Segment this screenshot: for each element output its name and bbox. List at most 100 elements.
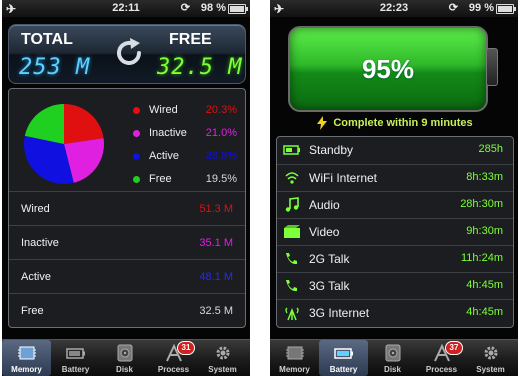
free-label: FREE xyxy=(169,31,212,48)
memory-summary-header: TOTAL 253 M FREE 32.5 M xyxy=(8,24,246,84)
charge-status-text: Complete within 9 minutes xyxy=(333,116,473,129)
process-badge: 31 xyxy=(177,341,195,355)
legend-label-inactive: Inactive xyxy=(149,127,187,139)
memory-pie-chart xyxy=(23,104,104,184)
tab-disk[interactable]: Disk xyxy=(368,340,417,376)
battery-cap xyxy=(486,48,498,86)
tab-system[interactable]: System xyxy=(198,340,247,376)
usage-panel: Standby 285h WiFi Internet 8h:33m Audio … xyxy=(276,136,514,328)
memory-chip-icon xyxy=(17,346,36,360)
rotation-lock-icon: ⟳ xyxy=(448,2,458,14)
usage-value: 28h:30m xyxy=(460,198,503,210)
tab-battery[interactable]: Battery xyxy=(319,340,368,376)
legend-swatch-active xyxy=(133,153,140,160)
battery-level-graphic: 95% xyxy=(288,26,488,112)
memory-row-label: Inactive xyxy=(21,237,59,249)
memory-row-value: 48.1 M xyxy=(199,271,233,283)
legend-label-free: Free xyxy=(149,173,172,185)
tab-process[interactable]: 37 Process xyxy=(417,340,466,376)
legend-value-inactive: 21.0% xyxy=(205,127,237,139)
tab-memory[interactable]: Memory xyxy=(2,340,51,376)
usage-value: 8h:33m xyxy=(466,171,503,183)
usage-row-standby: Standby 285h xyxy=(277,137,513,164)
usage-row-3g-talk: 3G Talk 4h:45m xyxy=(277,272,513,300)
tab-bar: Memory Battery Disk 31 Process System xyxy=(2,339,250,376)
memory-row-value: 35.1 M xyxy=(199,237,233,249)
status-battery-percent: 99 % xyxy=(468,2,494,14)
legend-item-free: Free 19.5% xyxy=(129,172,237,188)
usage-label: Standby xyxy=(309,143,354,157)
usage-row-video: Video 9h:30m xyxy=(277,218,513,246)
tab-label: Memory xyxy=(11,365,42,374)
memory-row-inactive: Inactive 35.1 M xyxy=(9,225,245,260)
usage-label: 3G Internet xyxy=(309,306,370,320)
pie-slice-wired xyxy=(64,104,104,144)
battery-icon xyxy=(65,348,85,359)
tab-system[interactable]: System xyxy=(466,340,515,376)
tab-label: Process xyxy=(425,365,458,374)
status-battery-icon xyxy=(496,4,516,14)
refresh-icon[interactable] xyxy=(111,35,147,71)
usage-label: 2G Talk xyxy=(309,252,350,266)
usage-label: Audio xyxy=(309,198,340,212)
legend-item-inactive: Inactive 21.0% xyxy=(129,126,237,142)
tab-battery[interactable]: Battery xyxy=(51,340,100,376)
process-badge: 37 xyxy=(445,341,463,355)
gear-icon xyxy=(484,346,497,360)
usage-label: 3G Talk xyxy=(309,279,350,293)
antenna-3g-icon xyxy=(285,307,299,321)
legend-swatch-wired xyxy=(133,107,140,114)
phone-2g-icon xyxy=(286,253,297,265)
tab-disk[interactable]: Disk xyxy=(100,340,149,376)
battery-screen: ✈ 22:23 ⟳ 99 % 95% Complete within 9 min… xyxy=(270,0,518,376)
charge-status: Complete within 9 minutes xyxy=(270,116,518,132)
usage-row-2g-talk: 2G Talk 11h:24m xyxy=(277,245,513,273)
usage-value: 4h:45m xyxy=(466,306,503,318)
legend-label-active: Active xyxy=(149,150,179,162)
usage-label: WiFi Internet xyxy=(309,171,378,185)
legend-value-active: 28.8% xyxy=(205,150,237,162)
music-note-icon xyxy=(285,197,299,212)
tab-label: Memory xyxy=(279,365,310,374)
tab-label: Battery xyxy=(329,365,358,374)
phone-3g-icon xyxy=(286,280,297,292)
legend-label-wired: Wired xyxy=(149,104,178,116)
disk-icon xyxy=(117,344,132,362)
tab-bar: Memory Battery Disk 37 Process System xyxy=(270,339,518,376)
memory-row-label: Active xyxy=(21,271,51,283)
usage-row-audio: Audio 28h:30m xyxy=(277,191,513,219)
wifi-icon xyxy=(285,172,299,184)
tab-process[interactable]: 31 Process xyxy=(149,340,198,376)
legend-item-wired: Wired 20.3% xyxy=(129,103,237,119)
legend-swatch-free xyxy=(133,176,140,183)
tab-memory[interactable]: Memory xyxy=(270,340,319,376)
legend-value-free: 19.5% xyxy=(205,173,237,185)
total-value: 253 M xyxy=(19,55,91,80)
memory-row-free: Free 32.5 M xyxy=(9,293,245,328)
tab-label: Disk xyxy=(116,365,133,374)
usage-value: 11h:24m xyxy=(461,252,503,264)
memory-screen: ✈ 22:11 ⟳ 98 % TOTAL 253 M FREE 32.5 M W… xyxy=(2,0,250,376)
status-battery-icon xyxy=(228,4,248,14)
gear-icon xyxy=(216,346,229,360)
video-icon xyxy=(284,225,300,238)
standby-icon xyxy=(283,145,300,155)
usage-row-wifi: WiFi Internet 8h:33m xyxy=(277,164,513,192)
battery-icon xyxy=(333,348,353,359)
tab-label: System xyxy=(476,365,505,374)
memory-row-value: 32.5 M xyxy=(199,305,233,317)
status-bar: ✈ 22:11 ⟳ 98 % xyxy=(2,0,250,17)
memory-row-label: Free xyxy=(21,305,44,317)
memory-row-label: Wired xyxy=(21,203,50,215)
usage-value: 9h:30m xyxy=(466,225,503,237)
rotation-lock-icon: ⟳ xyxy=(180,2,190,14)
total-label: TOTAL xyxy=(21,31,73,48)
legend-value-wired: 20.3% xyxy=(205,104,237,116)
tab-label: System xyxy=(208,365,237,374)
free-value: 32.5 M xyxy=(157,55,243,80)
legend-swatch-inactive xyxy=(133,130,140,137)
usage-value: 285h xyxy=(478,143,503,155)
status-bar: ✈ 22:23 ⟳ 99 % xyxy=(270,0,518,17)
tab-label: Disk xyxy=(384,365,401,374)
status-battery-percent: 98 % xyxy=(200,2,226,14)
